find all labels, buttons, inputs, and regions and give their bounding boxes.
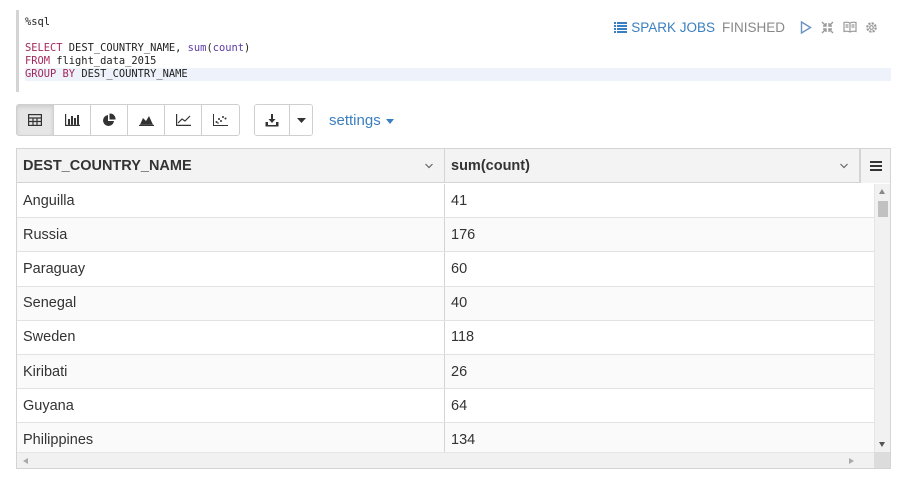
table-row[interactable]: Russia 176 xyxy=(17,218,874,253)
table-row[interactable]: Guyana 64 xyxy=(17,389,874,424)
code-token: GROUP xyxy=(25,68,57,80)
download-icon xyxy=(265,113,279,126)
cell-sum-count: 40 xyxy=(451,295,468,312)
area-chart-icon xyxy=(138,116,154,126)
area-chart-button[interactable] xyxy=(128,105,165,135)
spark-jobs-link[interactable]: SPARK JOBS xyxy=(614,20,715,35)
code-editor[interactable]: %sql SELECT DEST_COUNTRY_NAME, sum(count… xyxy=(16,10,891,92)
bar-chart-button[interactable] xyxy=(54,105,91,135)
result-table: DEST_COUNTRY_NAME sum(count) Anguilla 41 R… xyxy=(16,148,891,469)
cell-sum-count: 26 xyxy=(451,363,468,380)
view-button-group xyxy=(16,104,240,136)
settings-dropdown[interactable]: settings xyxy=(329,112,394,129)
gear-icon[interactable] xyxy=(864,20,879,35)
code-line[interactable]: FROM flight_data_2015 xyxy=(25,55,891,68)
cell-sum-count: 60 xyxy=(451,260,468,277)
cell-sum-count: 134 xyxy=(451,431,476,448)
column-header-sum-count[interactable]: sum(count) xyxy=(445,149,860,183)
grid-menu-button[interactable] xyxy=(860,149,890,183)
cell-dest-country-name: Paraguay xyxy=(17,252,445,286)
table-row[interactable]: Philippines 134 xyxy=(17,423,874,452)
caret-down-icon xyxy=(296,117,306,123)
cell-dest-country-name: Philippines xyxy=(17,423,445,452)
code-token: SELECT xyxy=(25,42,63,54)
paragraph-controls: SPARK JOBS FINISHED xyxy=(614,19,879,35)
code-token: sum xyxy=(187,42,207,54)
code-token: %sql xyxy=(25,16,51,28)
cell-sum-count: 41 xyxy=(451,192,468,209)
code-token: DEST_COUNTRY_NAME, xyxy=(62,42,188,54)
bar-chart-icon xyxy=(64,114,80,126)
scroll-right-icon[interactable] xyxy=(849,458,854,464)
pie-chart-icon xyxy=(103,113,116,126)
paragraph-status: FINISHED xyxy=(721,19,785,35)
vertical-scrollbar[interactable] xyxy=(874,184,890,452)
chevron-down-icon[interactable] xyxy=(424,161,434,171)
code-token: BY xyxy=(62,68,76,80)
cell-sum-count: 64 xyxy=(451,397,468,414)
column-header-label: sum(count) xyxy=(451,158,530,174)
download-options-button[interactable] xyxy=(290,105,312,135)
scroll-left-icon[interactable] xyxy=(23,458,28,464)
scatter-chart-button[interactable] xyxy=(202,105,239,135)
table-row[interactable]: Sweden 118 xyxy=(17,320,874,355)
table-icon xyxy=(28,114,42,126)
cell-dest-country-name: Sweden xyxy=(17,320,445,354)
cell-sum-count: 176 xyxy=(451,226,476,243)
spark-jobs-icon xyxy=(614,21,628,33)
table-row[interactable]: Senegal 40 xyxy=(17,286,874,321)
code-token: count xyxy=(212,42,244,54)
table-body: Anguilla 41 Russia 176 Paraguay 60 Senegal 40 Sw… xyxy=(17,184,874,452)
chevron-down-icon[interactable] xyxy=(839,161,849,171)
code-token: flight_data_2015 xyxy=(50,55,157,67)
table-header: DEST_COUNTRY_NAME sum(count) xyxy=(17,149,890,183)
settings-label: settings xyxy=(329,111,381,129)
hamburger-icon xyxy=(869,161,882,171)
cell-dest-country-name: Guyana xyxy=(17,389,445,423)
download-button[interactable] xyxy=(255,105,290,135)
book-icon[interactable] xyxy=(842,20,857,35)
pie-chart-button[interactable] xyxy=(91,105,128,135)
run-icon[interactable] xyxy=(798,20,813,35)
line-chart-icon xyxy=(175,114,191,126)
cell-dest-country-name: Russia xyxy=(17,218,445,252)
horizontal-scrollbar[interactable] xyxy=(17,452,874,468)
table-row[interactable]: Paraguay 60 xyxy=(17,252,874,287)
visualization-toolbar: settings xyxy=(16,104,394,136)
table-row[interactable]: Kiribati 26 xyxy=(17,354,874,390)
scroll-up-icon[interactable] xyxy=(879,189,885,194)
code-token: FROM xyxy=(25,55,51,67)
code-token: DEST_COUNTRY_NAME xyxy=(75,68,188,80)
cell-dest-country-name: Senegal xyxy=(17,286,445,320)
scrollbar-thumb[interactable] xyxy=(878,201,888,217)
column-header-dest-country-name[interactable]: DEST_COUNTRY_NAME xyxy=(17,149,445,183)
spark-jobs-label: SPARK JOBS xyxy=(631,19,715,35)
scrollbar-corner xyxy=(874,452,890,468)
table-row[interactable]: Anguilla 41 xyxy=(17,184,874,219)
collapse-icon[interactable] xyxy=(820,20,835,35)
cell-dest-country-name: Anguilla xyxy=(17,184,445,218)
scroll-down-icon[interactable] xyxy=(879,442,885,447)
table-view-button[interactable] xyxy=(17,105,54,135)
code-line[interactable]: GROUP BY DEST_COUNTRY_NAME xyxy=(25,68,891,81)
column-header-label: DEST_COUNTRY_NAME xyxy=(23,158,192,174)
download-button-group xyxy=(254,104,313,136)
scatter-chart-icon xyxy=(213,114,228,126)
line-chart-button[interactable] xyxy=(165,105,202,135)
code-token: ) xyxy=(244,42,251,54)
cell-dest-country-name: Kiribati xyxy=(17,354,445,389)
code-line[interactable]: SELECT DEST_COUNTRY_NAME, sum(count) xyxy=(25,42,891,55)
caret-down-icon xyxy=(385,118,394,124)
cell-sum-count: 118 xyxy=(451,329,475,346)
